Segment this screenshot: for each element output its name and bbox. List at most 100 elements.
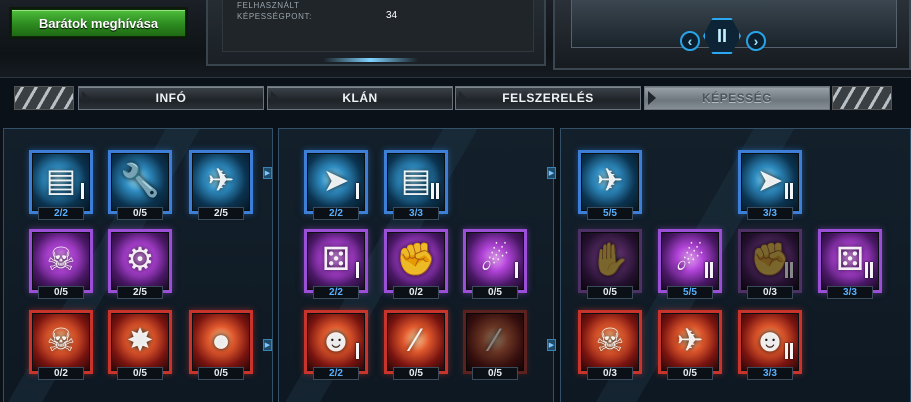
skill-slot[interactable]: ☻ 2/2 (304, 310, 368, 386)
rank-bar (785, 183, 788, 199)
skill-glyph: ⚙ (125, 241, 155, 277)
fist-icon[interactable]: ✊ (384, 229, 448, 293)
pirate-captain-icon[interactable]: ☠ (29, 229, 93, 293)
skill-glyph: ● (211, 322, 231, 358)
robot-arm-icon[interactable]: ⚙ (108, 229, 172, 293)
tier-connector-icon: ▶ (263, 167, 272, 179)
skill-glyph: ☠ (595, 322, 625, 358)
skill-points-counter: 0/2 (38, 367, 84, 380)
skill-slot[interactable]: ☻ 3/3 (738, 310, 802, 386)
skull-emblem-icon[interactable]: ☠ (29, 310, 93, 374)
panel-glow-strip (323, 58, 418, 62)
interceptor-icon[interactable]: ➤ (304, 150, 368, 214)
skill-slot[interactable]: ✈ 5/5 (578, 150, 642, 226)
skill-points-counter: 0/2 (393, 286, 439, 299)
skill-glyph: ⁄ (413, 322, 419, 358)
rank-bar (785, 262, 788, 278)
skill-slot[interactable]: ⁄ 0/5 (463, 310, 527, 386)
skill-slot[interactable]: ☠ 0/3 (578, 310, 642, 386)
skill-slot[interactable]: ☄ 5/5 (658, 229, 722, 305)
prev-arrow-button[interactable]: ‹ (680, 31, 700, 51)
dice-icon[interactable]: ⚄ (818, 229, 882, 293)
skull-emblem-icon[interactable]: ☠ (578, 310, 642, 374)
rank-bar (790, 343, 793, 359)
next-arrow-button[interactable]: › (746, 31, 766, 51)
skill-points-counter: 0/3 (587, 367, 633, 380)
skill-points-counter: 0/5 (472, 286, 518, 299)
skill-rank-bars (347, 262, 359, 280)
asteroid-icon[interactable]: ☄ (463, 229, 527, 293)
rank-bar (790, 262, 793, 278)
skill-slot[interactable]: ✈ 0/5 (658, 310, 722, 386)
wrench-icon[interactable]: 🔧 (108, 150, 172, 214)
skill-slot[interactable]: ☠ 0/5 (29, 229, 93, 305)
skill-slot[interactable]: ⁄ 0/5 (384, 310, 448, 386)
rank-bar (515, 262, 518, 278)
used-skill-points-label: FELHASZNÁLT KÉPESSÉGPONT: (237, 1, 312, 21)
tab-bar-left-cap (14, 86, 74, 110)
interceptor-icon[interactable]: ➤ (738, 150, 802, 214)
skill-slot[interactable]: ✸ 0/5 (108, 310, 172, 386)
skill-slot[interactable]: ☠ 0/2 (29, 310, 93, 386)
fighter-squadron-icon[interactable]: ✈ (578, 150, 642, 214)
tab-clan[interactable]: KLÁN (267, 86, 453, 110)
tier-connector-icon: ▶ (263, 339, 272, 351)
skill-points-counter: 0/3 (747, 286, 793, 299)
rank-bar (81, 183, 84, 199)
skill-slot[interactable]: ▤ 3/3 (384, 150, 448, 226)
skill-slot[interactable]: 🔧 0/5 (108, 150, 172, 226)
rocket-launcher-icon[interactable]: ⁄ (463, 310, 527, 374)
rank-bar (356, 343, 359, 359)
skill-points-counter: 5/5 (587, 207, 633, 220)
grabbing-hand-icon[interactable]: ✋ (578, 229, 642, 293)
skill-slot[interactable]: ➤ 2/2 (304, 150, 368, 226)
stats-inner: FELHASZNÁLT KÉPESSÉGPONT: 34 (222, 0, 534, 52)
mohawk-officer-icon[interactable]: ☻ (304, 310, 368, 374)
skill-points-counter: 0/5 (198, 367, 244, 380)
bomber-ship-icon[interactable]: ✈ (658, 310, 722, 374)
rank-bar (785, 343, 788, 359)
skill-slot[interactable]: ☄ 0/5 (463, 229, 527, 305)
skill-slot[interactable]: ✊ 0/3 (738, 229, 802, 305)
starfighter-icon[interactable]: ✈ (189, 150, 253, 214)
armor-plates-icon[interactable]: ▤ (384, 150, 448, 214)
tab-skills[interactable]: KÉPESSÉG (644, 86, 830, 110)
skill-glyph: ⁄ (492, 322, 498, 358)
fist-icon[interactable]: ✊ (738, 229, 802, 293)
rifle-icon[interactable]: ⁄ (384, 310, 448, 374)
tab-info[interactable]: INFÓ (78, 86, 264, 110)
rank-bar (790, 183, 793, 199)
tab-equipment[interactable]: FELSZERELÉS (455, 86, 641, 110)
skill-slot[interactable]: ✈ 2/5 (189, 150, 253, 226)
skill-slot[interactable]: ✋ 0/5 (578, 229, 642, 305)
skill-slot[interactable]: ✊ 0/2 (384, 229, 448, 305)
skill-glyph: ☠ (46, 241, 76, 277)
skill-glyph: ☠ (46, 322, 76, 358)
skill-points-counter: 5/5 (667, 286, 713, 299)
mohawk-officer-icon[interactable]: ☻ (738, 310, 802, 374)
armor-plates-icon[interactable]: ▤ (29, 150, 93, 214)
skill-slot[interactable]: ▤ 2/2 (29, 150, 93, 226)
skill-rank-bars (427, 183, 439, 201)
skill-rank-bars (781, 343, 793, 361)
stats-panel: FELHASZNÁLT KÉPESSÉGPONT: 34 (206, 0, 546, 66)
red-planet-fleet-icon[interactable]: ● (189, 310, 253, 374)
invite-friends-button[interactable]: Barátok meghívása (11, 9, 186, 37)
skill-points-counter: 0/5 (472, 367, 518, 380)
skill-slot[interactable]: ● 0/5 (189, 310, 253, 386)
skill-points-counter: 3/3 (747, 367, 793, 380)
skill-points-counter: 0/5 (117, 207, 163, 220)
skill-rank-bars (347, 183, 359, 201)
asteroid-icon[interactable]: ☄ (658, 229, 722, 293)
skill-slot[interactable]: ⚄ 3/3 (818, 229, 882, 305)
explosion-icon[interactable]: ✸ (108, 310, 172, 374)
skill-rank-bars (781, 183, 793, 201)
skill-points-counter: 3/3 (827, 286, 873, 299)
rank-bar (710, 262, 713, 278)
dice-icon[interactable]: ⚄ (304, 229, 368, 293)
skill-rank-bars (861, 262, 873, 280)
skill-slot[interactable]: ⚄ 2/2 (304, 229, 368, 305)
skill-slot[interactable]: ⚙ 2/5 (108, 229, 172, 305)
skill-slot[interactable]: ➤ 3/3 (738, 150, 802, 226)
tier-connector-icon: ▶ (547, 339, 556, 351)
